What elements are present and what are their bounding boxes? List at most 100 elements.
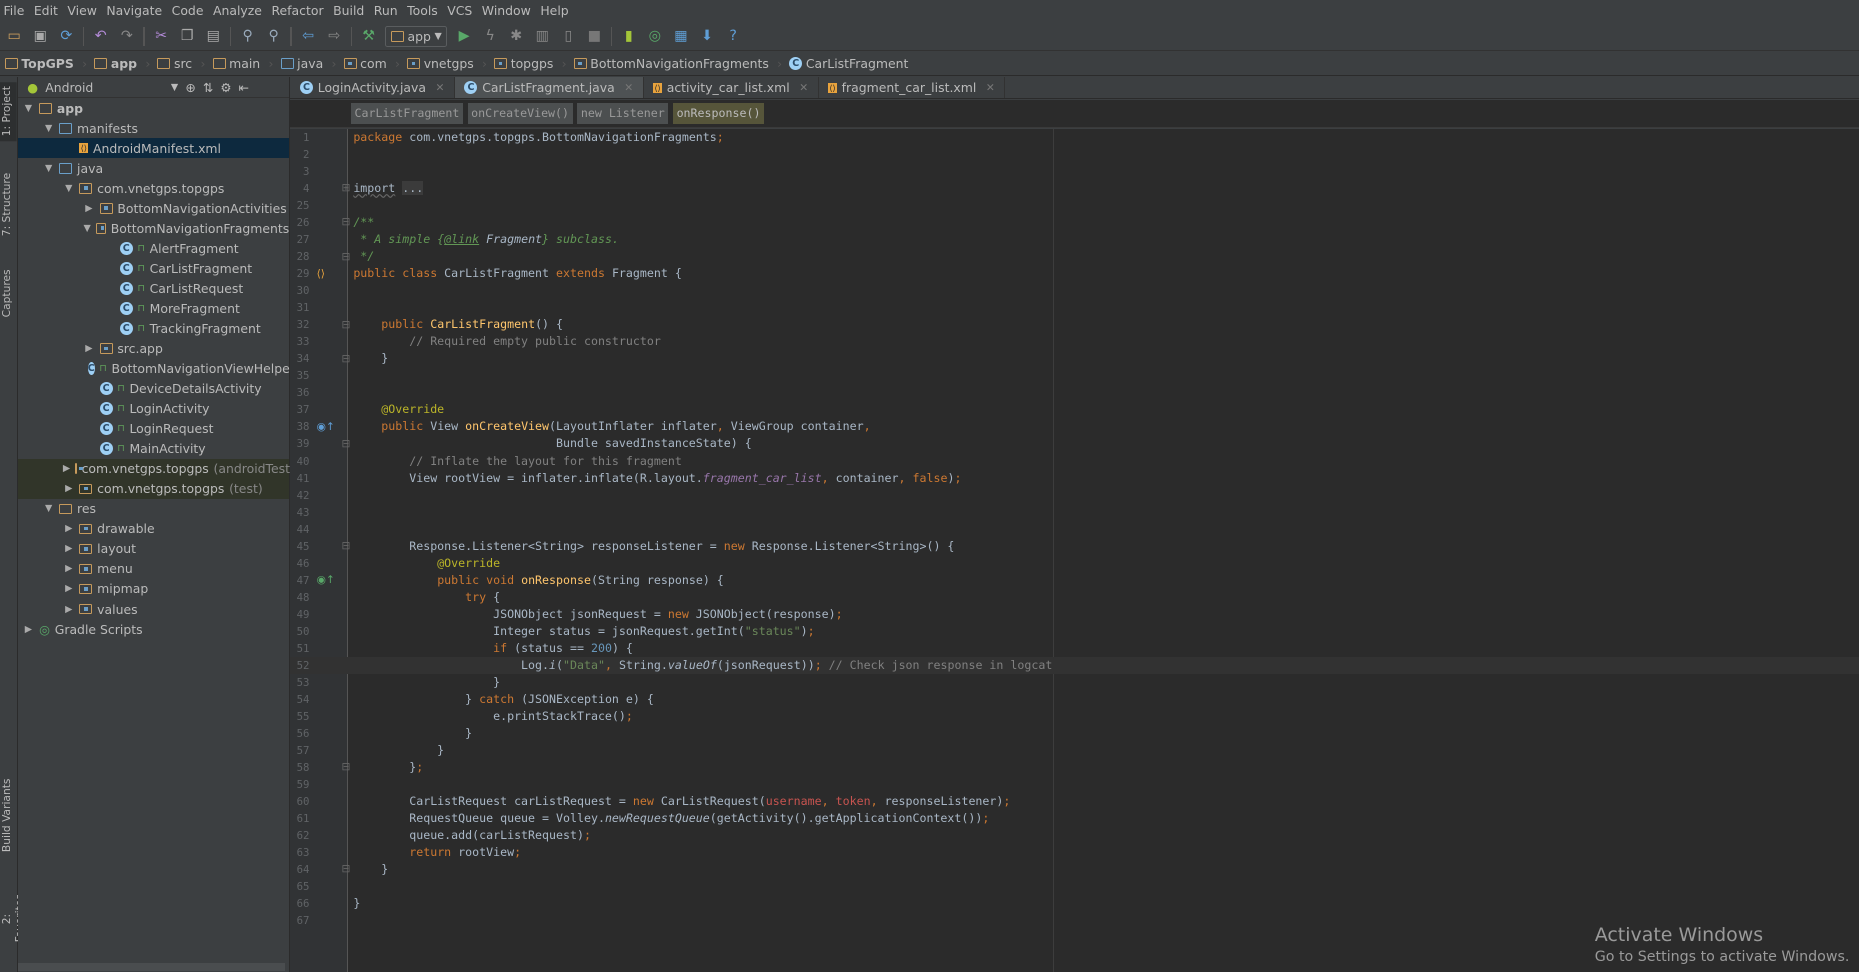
tree-item[interactable]: ▶ src.app — [18, 339, 290, 359]
breadcrumb-carlistfragment[interactable]: C CarListFragment — [789, 56, 915, 71]
menu-view[interactable]: View — [64, 3, 103, 18]
expanded-arrow-icon[interactable]: ▼ — [63, 183, 75, 194]
collapsed-arrow-icon[interactable]: ▶ — [63, 463, 70, 474]
collapsed-arrow-icon[interactable]: ▶ — [63, 583, 75, 594]
tree-item[interactable]: ▶ com.vnetgps.topgps (test) — [17, 478, 290, 499]
find-icon[interactable]: ⚲ — [238, 27, 257, 46]
expanded-arrow-icon[interactable]: ▼ — [43, 503, 55, 514]
code-editor[interactable]: 1 package com.vnetgps.topgps.BottomNaviga… — [290, 129, 1859, 972]
tree-item[interactable]: ▶ com.vnetgps.topgps (androidTest) — [17, 458, 295, 479]
breadcrumb-main[interactable]: main › — [212, 56, 281, 71]
cut-icon[interactable]: ✂ — [152, 27, 171, 46]
sdk-manager-icon[interactable]: ⬇ — [698, 27, 717, 46]
sync-gradle-icon[interactable]: ◎ — [645, 27, 664, 46]
menu-file[interactable]: File — [0, 3, 30, 18]
build-variants-tool-tab[interactable]: Build Variants — [0, 777, 17, 854]
editor-breadcrumb-item[interactable]: CarListFragment — [350, 102, 463, 124]
hide-panel-icon[interactable]: ⇤ — [239, 80, 249, 95]
sync-icon[interactable]: ⟳ — [57, 27, 76, 46]
project-horizontal-scrollbar[interactable] — [17, 962, 285, 972]
apply-changes-icon[interactable]: ϟ — [481, 27, 500, 46]
copy-icon[interactable]: ❐ — [178, 27, 197, 46]
editor-breadcrumb-item[interactable]: onCreateView() — [467, 102, 573, 124]
tree-item[interactable]: ⟨⟩ AndroidManifest.xml — [17, 138, 290, 159]
tree-item[interactable]: ▼ java — [18, 158, 290, 178]
forward-icon[interactable]: ⇨ — [325, 27, 344, 46]
attach-debugger-icon[interactable]: ▯ — [559, 27, 578, 46]
tree-item[interactable]: C ⊓ TrackingFragment — [18, 319, 290, 339]
breadcrumb-topgps[interactable]: TopGPS › — [4, 56, 95, 71]
tree-item[interactable]: C ⊓ CarListRequest — [18, 279, 290, 299]
tree-item[interactable]: ▶ values — [18, 599, 290, 619]
collapsed-arrow-icon[interactable]: ▶ — [83, 343, 95, 354]
menu-vcs[interactable]: VCS — [444, 3, 479, 18]
collapsed-arrow-icon[interactable]: ▶ — [63, 483, 75, 494]
fold-marker-icon[interactable]: ⊟ — [341, 539, 350, 552]
fold-marker-icon[interactable]: ⊟ — [341, 318, 350, 331]
favorites-tool-tab[interactable]: 2: Favorites — [0, 889, 26, 948]
breadcrumb-vnetgps[interactable]: vnetgps › — [407, 56, 494, 71]
tree-item[interactable]: ▼ BottomNavigationFragments — [18, 218, 290, 238]
editor-tab[interactable]: ⟨⟩ activity_car_list.xml ✕ — [644, 77, 819, 99]
tree-item[interactable]: C ⊓ MoreFragment — [18, 299, 290, 319]
menu-analyze[interactable]: Analyze — [209, 3, 267, 18]
save-icon[interactable]: ▣ — [31, 27, 50, 46]
fold-marker-icon[interactable]: ⊟ — [341, 437, 350, 450]
editor-breadcrumb-item[interactable]: new Listener — [577, 102, 669, 124]
tree-item[interactable]: ▶ ◎ Gradle Scripts — [18, 619, 290, 639]
close-tab-icon[interactable]: ✕ — [986, 81, 995, 94]
debug-icon[interactable]: ✱ — [507, 27, 526, 46]
menu-build[interactable]: Build — [330, 3, 371, 18]
tree-item[interactable]: C ⊓ AlertFragment — [18, 238, 290, 258]
collapsed-arrow-icon[interactable]: ▶ — [23, 624, 35, 635]
fold-marker-icon[interactable]: ⊞ — [341, 181, 350, 194]
menu-edit[interactable]: Edit — [30, 3, 64, 18]
undo-icon[interactable]: ↶ — [91, 27, 110, 46]
breadcrumb-java[interactable]: java › — [280, 56, 344, 71]
editor-breadcrumb-item[interactable]: onResponse() — [673, 102, 764, 124]
menu-code[interactable]: Code — [168, 3, 209, 18]
collapsed-arrow-icon[interactable]: ▶ — [63, 543, 75, 554]
help-icon[interactable]: ? — [724, 27, 743, 46]
menu-navigate[interactable]: Navigate — [103, 3, 168, 18]
tree-item[interactable]: ▼ app — [18, 98, 290, 118]
tree-item[interactable]: ▶ menu — [18, 559, 290, 579]
menu-window[interactable]: Window — [478, 3, 537, 18]
chevron-down-icon[interactable]: ▼ — [171, 82, 178, 93]
collapse-all-icon[interactable]: ⇅ — [203, 80, 213, 95]
tree-item[interactable]: C ⊓ LoginActivity — [18, 399, 290, 419]
collapsed-arrow-icon[interactable]: ▶ — [63, 604, 75, 615]
breadcrumb-topgps[interactable]: topgps › — [494, 56, 574, 71]
collapsed-arrow-icon[interactable]: ▶ — [63, 523, 75, 534]
profile-icon[interactable]: ▥ — [533, 27, 552, 46]
project-tool-tab[interactable]: 1: Project — [0, 81, 17, 142]
close-tab-icon[interactable]: ✕ — [624, 81, 633, 94]
menu-help[interactable]: Help — [537, 3, 575, 18]
fold-marker-icon[interactable]: ⊟ — [341, 352, 350, 365]
fold-marker-icon[interactable]: ⊟ — [341, 862, 350, 875]
run-icon[interactable]: ▶ — [455, 27, 474, 46]
project-structure-icon[interactable]: ▦ — [671, 27, 690, 46]
stop-icon[interactable]: ■ — [585, 27, 604, 46]
tree-item[interactable]: ▶ mipmap — [18, 579, 290, 599]
project-view-selector[interactable]: Android — [45, 80, 164, 95]
avd-manager-icon[interactable]: ▮ — [619, 27, 638, 46]
menu-run[interactable]: Run — [370, 3, 403, 18]
redo-icon[interactable]: ↷ — [117, 27, 136, 46]
gear-icon[interactable]: ⚙ — [220, 80, 231, 95]
open-folder-icon[interactable]: ▭ — [5, 27, 24, 46]
fold-marker-icon[interactable]: ⊟ — [341, 250, 350, 263]
breadcrumb-src[interactable]: src › — [157, 56, 212, 71]
tree-item[interactable]: ▼ com.vnetgps.topgps — [18, 178, 290, 198]
editor-tab[interactable]: C CarListFragment.java ✕ — [454, 77, 644, 99]
paste-icon[interactable]: ▤ — [204, 27, 223, 46]
structure-tool-tab[interactable]: 7: Structure — [0, 172, 17, 237]
collapsed-arrow-icon[interactable]: ▶ — [83, 203, 95, 214]
expanded-arrow-icon[interactable]: ▼ — [43, 123, 55, 134]
tree-item[interactable]: C ⊓ DeviceDetailsActivity — [18, 379, 290, 399]
back-icon[interactable]: ⇦ — [299, 27, 318, 46]
expanded-arrow-icon[interactable]: ▼ — [43, 163, 55, 174]
run-configuration-selector[interactable]: app ▼ — [385, 25, 448, 47]
menu-tools[interactable]: Tools — [404, 3, 444, 18]
close-tab-icon[interactable]: ✕ — [436, 81, 445, 94]
